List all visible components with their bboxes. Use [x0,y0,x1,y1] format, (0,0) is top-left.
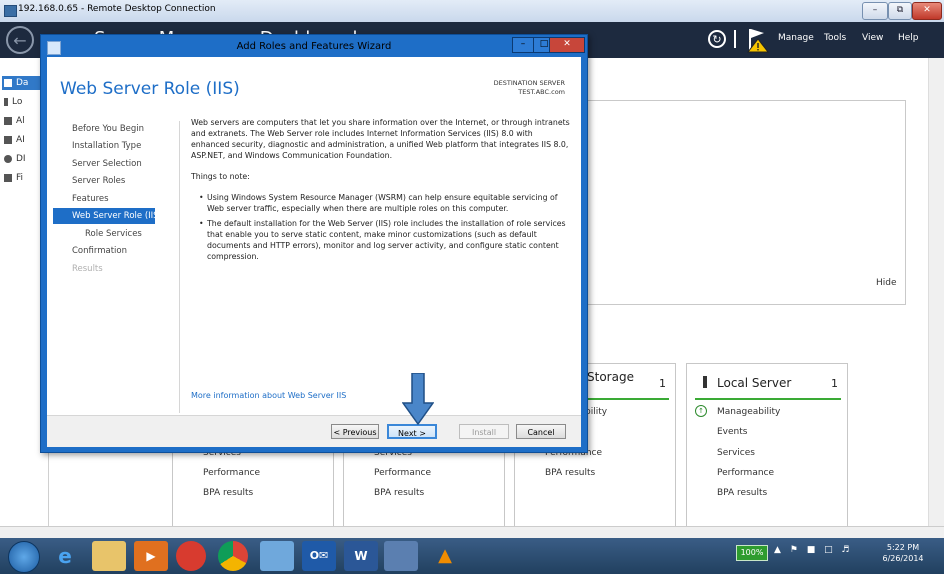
tile-row-bpa-results[interactable]: BPA results [203,488,253,498]
nav-divider [179,121,180,413]
sidebar-item-local-server[interactable]: Lo [4,97,44,113]
dns-icon [4,154,12,163]
nav-item-server-roles[interactable]: Server Roles [47,173,165,189]
clock-date: 6/26/2014 [882,554,924,563]
local-server-icon [703,376,707,388]
nav-item-confirmation[interactable]: Confirmation [47,243,165,259]
menu-manage[interactable]: Manage [778,33,814,43]
tile-count: 1 [831,377,838,390]
sidebar-item-dashboard[interactable]: Da [4,78,44,94]
destination-server-info: DESTINATION SERVER TEST.ABC.com [459,79,565,97]
back-arrow-icon[interactable]: ← [6,26,34,54]
clock-time: 5:22 PM [886,543,920,552]
taskbar-clock[interactable]: 5:22 PM 6/26/2014 [876,542,930,564]
destination-server-name: TEST.ABC.com [518,88,565,96]
next-button[interactable]: Next > [387,424,437,439]
local-server-icon [4,97,8,106]
tile-row-performance[interactable]: Performance [717,468,774,478]
hide-welcome-link[interactable]: Hide [876,278,897,288]
notifications-flag-icon[interactable] [746,27,770,53]
tile-row-manageability[interactable]: Manageability [717,407,780,417]
tile-row-manageability[interactable]: bility [585,407,607,417]
app-launcher-icon[interactable] [176,541,206,571]
remote-desktop-icon[interactable] [384,541,418,571]
start-button[interactable] [8,541,40,573]
wizard-footer: < Previous Next > Install Cancel [47,415,581,447]
file-explorer-icon[interactable] [92,541,126,571]
wizard-window-title: Add Roles and Features Wizard [236,41,392,52]
tile-row-performance[interactable]: Performance [203,468,260,478]
nav-item-features[interactable]: Features [47,191,165,207]
rdp-window-title: 192.168.0.65 - Remote Desktop Connection [18,4,216,14]
nav-item-installation-type[interactable]: Installation Type [47,138,165,154]
dashboard-icon [4,78,12,87]
more-info-link[interactable]: More information about Web Server IIS [191,391,346,400]
rdp-restore-button[interactable]: ⧉ [888,2,912,20]
menu-view[interactable]: View [862,33,883,43]
media-player-icon[interactable]: ▶ [134,541,168,571]
nav-item-results: Results [72,264,103,274]
internet-explorer-icon[interactable]: e [48,541,82,571]
tile-row-performance[interactable]: Performance [374,468,431,478]
outlook-icon[interactable]: O✉ [302,541,336,571]
install-button: Install [459,424,509,439]
word-icon[interactable]: W [344,541,378,571]
tile-title: Storage [587,370,634,384]
sidebar-item-ad[interactable]: AI [4,135,44,151]
tile-status-bar [585,398,669,400]
tile-row-bpa-results[interactable]: BPA results [374,488,424,498]
tile-row-bpa-results[interactable]: BPA results [545,468,595,478]
wizard-close-button[interactable]: ✕ [549,37,585,53]
vertical-scrollbar[interactable] [928,58,944,528]
wizard-page-heading: Web Server Role (IIS) [60,79,240,99]
sidebar-item-all-servers[interactable]: Al [4,116,44,132]
menu-tools[interactable]: Tools [824,33,846,43]
cancel-button[interactable]: Cancel [516,424,566,439]
rdp-close-button[interactable]: ✕ [912,2,942,20]
refresh-icon[interactable]: ↻ [708,30,726,48]
destination-server-label: DESTINATION SERVER [493,79,565,87]
sidebar-item-dns[interactable]: DI [4,154,44,170]
wizard-content: Web servers are computers that let you s… [191,117,571,266]
tile-row-bpa-results[interactable]: BPA results [717,488,767,498]
wizard-minimize-button[interactable]: – [512,37,534,53]
vlc-icon[interactable]: ▲ [428,541,462,571]
nav-item-server-selection[interactable]: Server Selection [47,156,165,172]
status-ok-icon: ↑ [695,405,707,417]
intro-paragraph: Web servers are computers that let you s… [191,118,570,160]
wizard-body: Web Server Role (IIS) DESTINATION SERVER… [47,57,581,447]
tile-status-bar [695,398,841,400]
tile-title: Local Server [717,376,792,390]
things-to-note-heading: Things to note: [191,172,250,181]
tile-row-services[interactable]: Services [717,448,755,458]
nav-item-before-you-begin[interactable]: Before You Begin [47,121,165,137]
nav-item-web-server-role[interactable]: Web Server Role (IIS) [53,208,162,224]
notes-list: Using Windows System Resource Manager (W… [191,192,571,262]
nav-item-role-services[interactable]: Role Services [47,226,165,242]
note-item: Using Windows System Resource Manager (W… [199,192,571,214]
note-item: The default installation for the Web Ser… [199,218,571,262]
tile-count: 1 [659,377,666,390]
menu-help[interactable]: Help [898,33,919,43]
paint-icon[interactable] [260,541,294,571]
down-arrow-annotation-icon [402,373,434,425]
system-tray-icons[interactable]: ▲ ⚑ ■ □ ♬ [774,545,853,555]
battery-indicator[interactable]: 100% [736,545,768,561]
remote-desktop-icon [4,5,17,17]
sidebar-item-file-storage[interactable]: Fi [4,173,44,189]
file-storage-icon [4,173,12,182]
welcome-panel [585,100,906,305]
previous-button[interactable]: < Previous [331,424,379,439]
all-servers-icon [4,116,12,125]
header-separator [734,30,736,48]
add-roles-wizard-dialog: Add Roles and Features Wizard – □ ✕ Web … [40,34,588,453]
rdp-minimize-button[interactable]: – [862,2,888,20]
ad-icon [4,135,12,144]
tile-row-events[interactable]: Events [717,427,747,437]
local-server-tile[interactable]: Local Server 1 ↑ Manageability Events Se… [686,363,848,533]
chrome-icon[interactable] [218,541,248,571]
